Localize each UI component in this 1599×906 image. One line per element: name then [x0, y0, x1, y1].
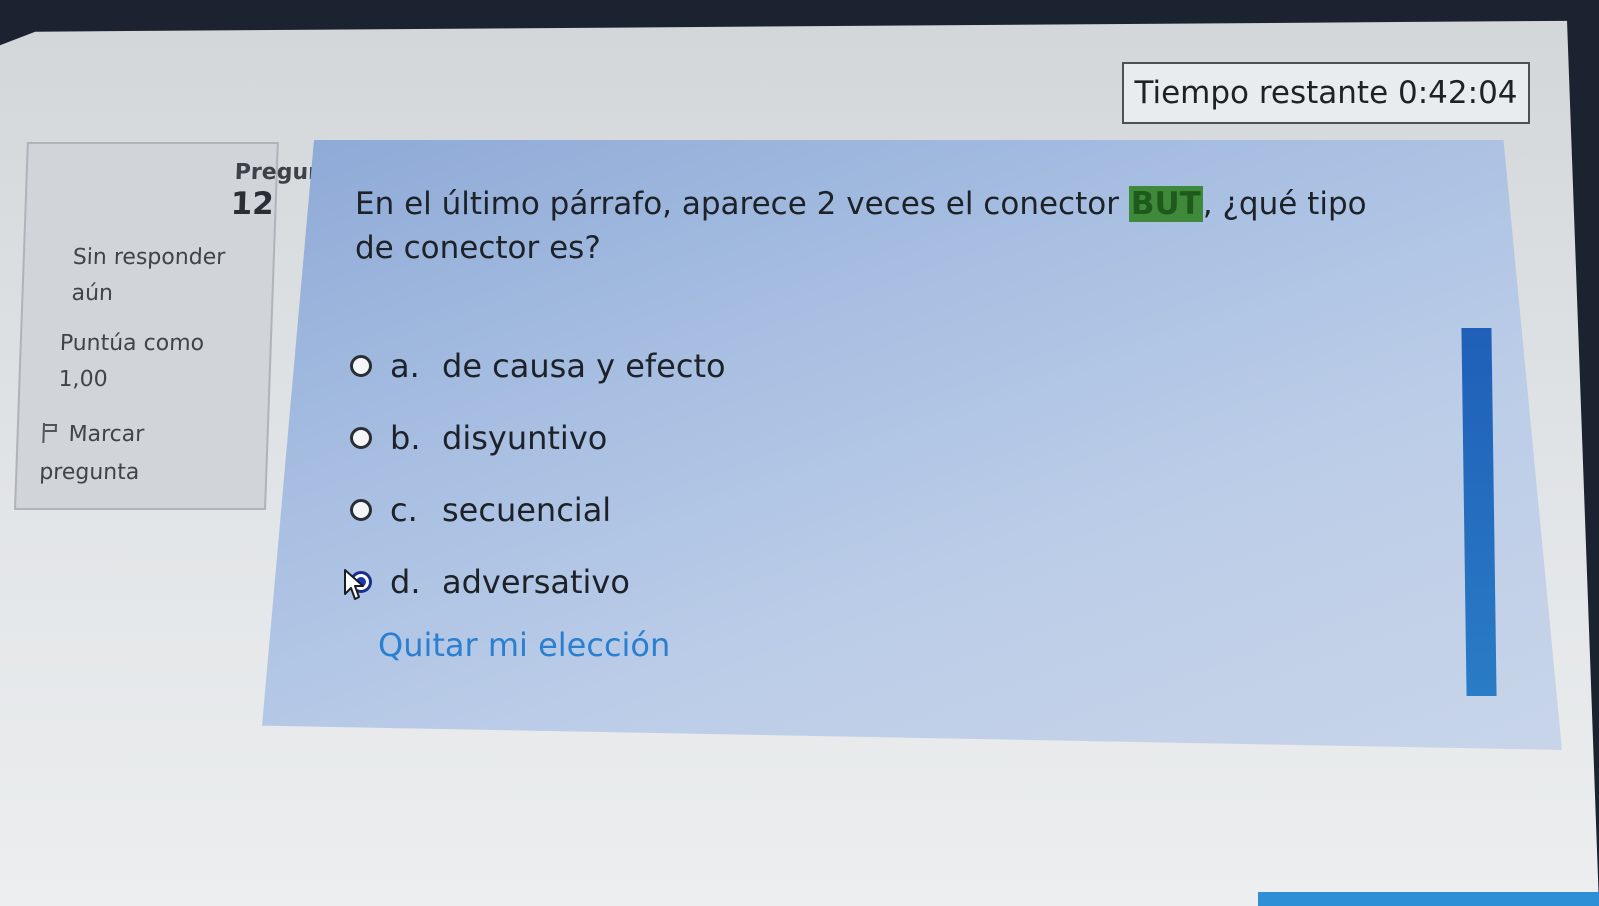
question-number: 12 — [230, 186, 275, 222]
answer-option-b[interactable]: b. disyuntivo — [350, 402, 870, 474]
answer-option-c[interactable]: c. secuencial — [350, 474, 870, 546]
radio-button-c[interactable] — [350, 499, 372, 521]
clear-choice-link[interactable]: Quitar mi elección — [378, 626, 670, 664]
answer-list: a. de causa y efecto b. disyuntivo c. se… — [350, 330, 870, 618]
answer-letter: a. — [390, 347, 420, 385]
question-text: En el último párrafo, aparece 2 veces el… — [355, 182, 1385, 270]
timer-value: 0:42:04 — [1398, 75, 1518, 111]
highlighted-connector: BUT — [1128, 186, 1203, 222]
bottom-navigation-strip — [1258, 892, 1599, 906]
answer-option-a[interactable]: a. de causa y efecto — [350, 330, 870, 402]
flag-icon — [40, 423, 59, 443]
time-remaining-box: Tiempo restante 0:42:04 — [1122, 62, 1530, 124]
answer-text: disyuntivo — [442, 419, 608, 457]
answer-text: secuencial — [442, 491, 612, 529]
timer-label: Tiempo restante — [1134, 75, 1389, 111]
answer-option-d[interactable]: d. adversativo — [350, 546, 870, 618]
answer-letter: c. — [390, 491, 418, 529]
scrollbar[interactable] — [1461, 328, 1497, 696]
radio-button-a[interactable] — [350, 355, 372, 377]
radio-button-b[interactable] — [350, 427, 372, 449]
answer-letter: b. — [390, 419, 421, 457]
mouse-cursor-icon — [344, 569, 364, 600]
answer-letter: d. — [390, 563, 421, 601]
answer-text: adversativo — [442, 563, 630, 601]
flag-question-link[interactable]: Marcar pregunta — [39, 416, 242, 492]
question-info-panel: Pregun 12 Sin responder aún Puntúa como … — [14, 142, 324, 510]
question-status: Sin responder aún — [71, 245, 226, 306]
question-points: Puntúa como 1,00 — [58, 331, 205, 392]
answer-text: de causa y efecto — [442, 347, 726, 385]
question-text-before: En el último párrafo, aparece 2 veces el… — [355, 186, 1129, 222]
